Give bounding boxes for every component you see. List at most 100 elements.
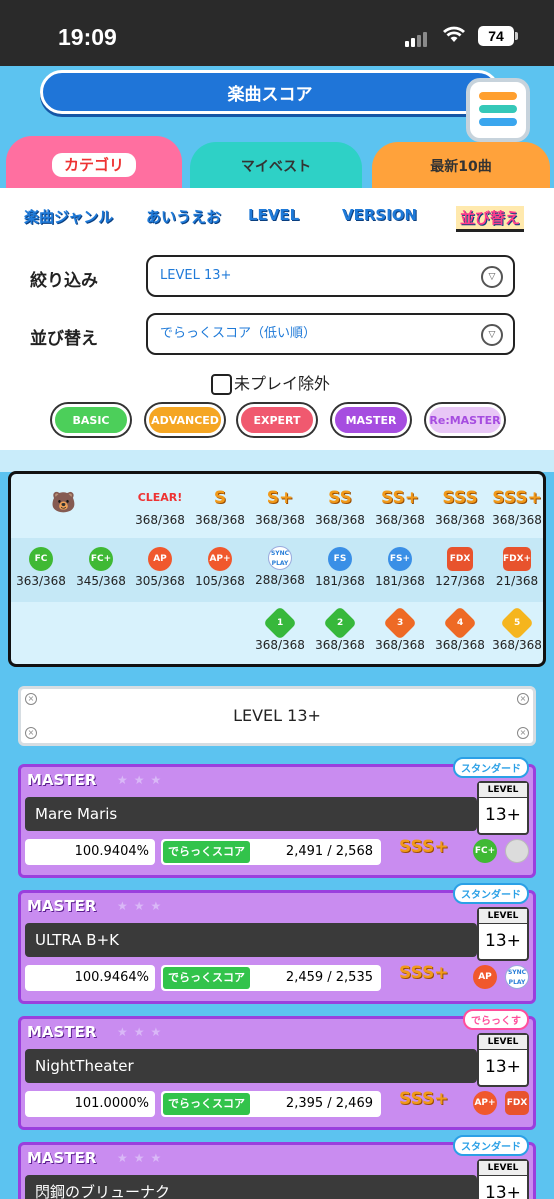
stat-value: 345/368	[76, 574, 126, 588]
song-type-tag: スタンダード	[453, 883, 529, 904]
difficulty-master-button[interactable]: MASTER	[332, 404, 410, 436]
stat-badge: 1	[276, 617, 284, 628]
difficulty-basic-button[interactable]: BASIC	[52, 404, 130, 436]
stat-value: 181/368	[375, 574, 425, 588]
stats-row-dx-stars: 1 368/368 2 368/368 3 368/368 4 368/368 5 368…	[11, 602, 543, 664]
stat-value: 363/368	[16, 574, 66, 588]
stat-dx-star-3: 3 368/368	[370, 606, 430, 652]
page-title: 楽曲スコア	[40, 70, 500, 114]
song-card[interactable]: MASTER ★★★ でらっくす NightTheater LEVEL 13+ 1…	[18, 1009, 536, 1130]
stat-dx-star-1: 1 368/368	[250, 606, 310, 652]
star-icon: ★★★	[117, 1151, 168, 1165]
close-icon: ×	[25, 693, 37, 705]
stats-row-rank: 🐻 CLEAR! 368/368 S 368/368 S+ 368/368 SS 368…	[11, 474, 543, 538]
level-banner-text: LEVEL 13+	[233, 706, 321, 725]
difficulty-expert-button[interactable]: EXPERT	[238, 404, 316, 436]
stat-badge: 5	[513, 617, 521, 628]
stat-s-plus: S+ 368/368	[250, 486, 310, 527]
song-level: 13+	[485, 805, 521, 825]
stat-fdx-plus: FDX+ 21/368	[487, 546, 543, 588]
category-genre[interactable]: 楽曲ジャンル	[24, 206, 113, 227]
tab-latest-10[interactable]: 最新10曲	[372, 142, 550, 190]
difficulty-advanced-button[interactable]: ADVANCED	[146, 404, 224, 436]
song-difficulty: MASTER	[27, 771, 97, 789]
tab-my-best[interactable]: マイベスト	[190, 142, 362, 190]
stats-summary: 🐻 CLEAR! 368/368 S 368/368 S+ 368/368 SS 368…	[8, 471, 546, 667]
stat-sync-play: SYNC PLAY 288/368	[250, 546, 310, 587]
stat-badge: CLEAR!	[137, 491, 183, 504]
song-sync-badge: FDX	[505, 1091, 529, 1115]
stat-value: 21/368	[495, 574, 539, 588]
category-aiueo[interactable]: あいうえお	[146, 206, 221, 227]
stat-value: 127/368	[435, 574, 485, 588]
stat-badge: 4	[456, 617, 464, 628]
star-icon: ★★★	[117, 773, 168, 787]
song-rank-badge: SSS+	[399, 837, 449, 857]
stat-badge: FC+	[89, 547, 113, 571]
stat-fs: FS 181/368	[310, 546, 370, 588]
song-dx-score-box: でらっくスコア 2,459 / 2,535	[161, 965, 381, 991]
category-level[interactable]: LEVEL	[248, 206, 299, 224]
stat-value: 368/368	[492, 638, 542, 652]
category-sort[interactable]: 並び替え	[456, 206, 525, 232]
filter-label: 絞り込み	[30, 271, 98, 291]
stat-value: 368/368	[255, 638, 305, 652]
stat-sss: SSS 368/368	[430, 486, 490, 527]
song-type-tag: でらっくす	[463, 1009, 529, 1030]
dx-score-label: でらっくスコア	[163, 841, 250, 863]
song-difficulty: MASTER	[27, 897, 97, 915]
exclude-unplayed-label: 未プレイ除外	[234, 374, 331, 393]
song-difficulty: MASTER	[27, 1149, 97, 1167]
song-title: ULTRA B+K	[25, 923, 477, 957]
sort-select[interactable]: でらっくスコア（低い順） ▽	[146, 313, 515, 355]
stat-badge: SSS+	[492, 488, 542, 508]
star-icon: 3	[383, 606, 417, 640]
stat-dx-star-5: 5 368/368	[487, 606, 543, 652]
stat-fc: FC 363/368	[11, 546, 71, 588]
song-card[interactable]: MASTER ★★★ スタンダード Mare Maris LEVEL 13+ 10…	[18, 757, 536, 878]
song-level: 13+	[485, 931, 521, 951]
chevron-down-icon: ▽	[481, 324, 503, 346]
stat-value: 368/368	[492, 513, 542, 527]
star-icon: 2	[323, 606, 357, 640]
dx-score-value: 2,459 / 2,535	[285, 970, 373, 985]
difficulty-remaster-button[interactable]: Re:MASTER	[426, 404, 504, 436]
filter-select[interactable]: LEVEL 13+ ▽	[146, 255, 515, 297]
song-achievement: 101.0000%	[25, 1091, 155, 1117]
star-icon: 5	[500, 606, 534, 640]
song-level-box: LEVEL 13+	[477, 907, 529, 961]
menu-hamburger-icon[interactable]	[466, 78, 530, 142]
exclude-unplayed-checkbox[interactable]: 未プレイ除外	[211, 370, 330, 395]
level-banner: × × × × LEVEL 13+	[18, 686, 536, 746]
checkbox-icon	[211, 374, 232, 395]
signal-icon	[405, 28, 429, 47]
song-combo-badge: FC+	[473, 839, 497, 863]
dx-score-label: でらっくスコア	[163, 967, 250, 989]
stat-fs-plus: FS+ 181/368	[370, 546, 430, 588]
close-icon: ×	[517, 693, 529, 705]
stat-badge: AP+	[208, 547, 232, 571]
star-icon: 1	[263, 606, 297, 640]
stat-badge: 2	[336, 617, 344, 628]
stats-row-combo: FC 363/368 FC+ 345/368 AP 305/368 AP+ 105/36…	[11, 538, 543, 602]
tab-category[interactable]: カテゴリ	[6, 136, 182, 190]
song-achievement: 100.9464%	[25, 965, 155, 991]
stat-value: 181/368	[315, 574, 365, 588]
song-level: 13+	[485, 1057, 521, 1077]
stat-badge: SSS	[442, 488, 478, 508]
song-card[interactable]: MASTER ★★★ スタンダード 閃鋼のブリューナク LEVEL 13+	[18, 1135, 536, 1199]
category-version[interactable]: VERSION	[342, 206, 417, 224]
stat-value: 368/368	[135, 513, 185, 527]
stat-badge: FS+	[388, 547, 412, 571]
score-page: 楽曲スコア カテゴリ マイベスト 最新10曲 楽曲ジャンル あいうえお LEVE…	[0, 66, 554, 1199]
stat-badge: S	[213, 488, 227, 508]
song-card[interactable]: MASTER ★★★ スタンダード ULTRA B+K LEVEL 13+ 100…	[18, 883, 536, 1004]
stat-badge: SS+	[381, 488, 419, 508]
song-dx-score-box: でらっくスコア 2,395 / 2,469	[161, 1091, 381, 1117]
stat-fdx: FDX 127/368	[430, 546, 490, 588]
filter-value: LEVEL 13+	[160, 268, 232, 283]
wifi-icon	[442, 24, 466, 49]
stat-dx-star-4: 4 368/368	[430, 606, 490, 652]
song-title: NightTheater	[25, 1049, 477, 1083]
stat-clear: CLEAR! 368/368	[130, 486, 190, 527]
